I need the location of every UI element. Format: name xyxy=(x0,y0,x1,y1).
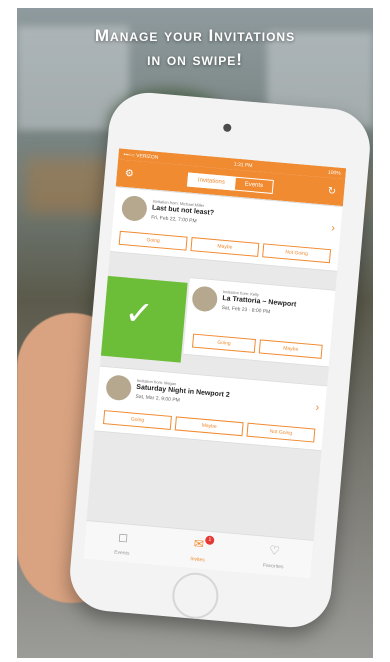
going-button[interactable]: Going xyxy=(191,333,256,354)
swipe-accept[interactable]: ✓ xyxy=(88,274,188,363)
invitation-card[interactable]: Invitation from: Megan Saturday Night in… xyxy=(94,365,328,452)
mail-icon: ✉ xyxy=(193,536,205,552)
headline-line-2: in on swipe! xyxy=(147,50,243,69)
refresh-icon[interactable]: ↻ xyxy=(327,186,336,198)
tab-bar: ◻ Events ✉ 1 Invites ♡ Favorites xyxy=(83,519,314,579)
tab-label: Invites xyxy=(190,556,205,564)
settings-icon[interactable]: ⚙ xyxy=(124,168,134,180)
phone-screen: •••○○ VERIZON 1:31 PM 100% ⚙ Invitations… xyxy=(83,148,347,579)
rsvp-actions: Going Maybe Not Going xyxy=(102,410,316,443)
maybe-button[interactable]: Maybe xyxy=(190,237,260,257)
tab-label: Favorites xyxy=(262,562,284,571)
going-button[interactable]: Going xyxy=(118,230,188,251)
card-subtitle: Sat, Feb 23 · 8:00 PM xyxy=(221,304,271,316)
phone-speaker xyxy=(222,123,232,133)
calendar-icon: ◻ xyxy=(117,529,129,545)
maybe-button[interactable]: Maybe xyxy=(258,339,323,359)
maybe-button[interactable]: Maybe xyxy=(174,416,244,437)
tab-events[interactable]: Events xyxy=(234,176,274,194)
notification-badge: 1 xyxy=(204,535,215,546)
phone: •••○○ VERIZON 1:31 PM 100% ⚙ Invitations… xyxy=(66,89,373,631)
not-going-button[interactable]: Not Going xyxy=(246,422,316,443)
chevron-right-icon[interactable]: › xyxy=(315,402,320,414)
carrier: •••○○ VERIZON xyxy=(123,151,159,161)
tab-favorites-bottom[interactable]: ♡ Favorites xyxy=(235,534,314,578)
invitation-card[interactable]: Invitation from: Kelly La Trattoria ~ Ne… xyxy=(183,277,336,368)
tab-label: Events xyxy=(113,549,130,557)
card-subtitle: Fri, Feb 22, 7:00 PM xyxy=(150,214,197,225)
going-button[interactable]: Going xyxy=(102,410,172,430)
headline-line-1: Manage your Invitations xyxy=(94,26,296,45)
heart-icon: ♡ xyxy=(268,543,281,558)
card-subtitle: Sat, Mar 2, 9:00 PM xyxy=(135,393,181,404)
time: 1:31 PM xyxy=(233,160,253,169)
chevron-right-icon[interactable]: › xyxy=(331,222,336,234)
event-image xyxy=(191,285,219,313)
home-button[interactable] xyxy=(170,570,221,621)
rsvp-actions: Going Maybe Not Going xyxy=(118,230,332,264)
event-image xyxy=(105,374,133,402)
event-image xyxy=(120,194,148,223)
rsvp-actions: Going Maybe xyxy=(191,333,323,359)
tab-events-bottom[interactable]: ◻ Events xyxy=(83,521,162,565)
not-going-button[interactable]: Not Going xyxy=(262,243,332,264)
check-icon: ✓ xyxy=(123,293,155,334)
marketing-canvas: Manage your Invitations in on swipe! •••… xyxy=(17,8,373,658)
tab-invitations[interactable]: Invitations xyxy=(187,172,236,191)
battery: 100% xyxy=(327,169,341,177)
tab-invites-bottom[interactable]: ✉ 1 Invites xyxy=(159,528,238,572)
